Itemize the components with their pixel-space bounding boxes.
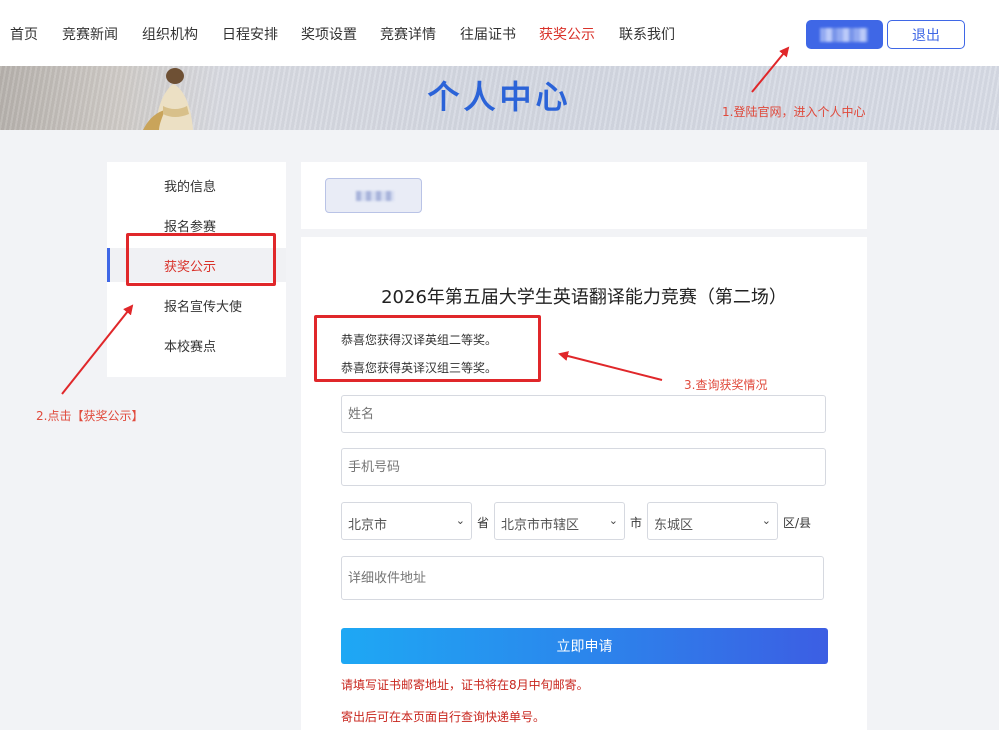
annotation-arrows bbox=[61, 46, 790, 395]
arrow-step2 bbox=[61, 304, 134, 395]
arrow-step1 bbox=[751, 46, 790, 93]
arrow-step3 bbox=[558, 351, 663, 381]
